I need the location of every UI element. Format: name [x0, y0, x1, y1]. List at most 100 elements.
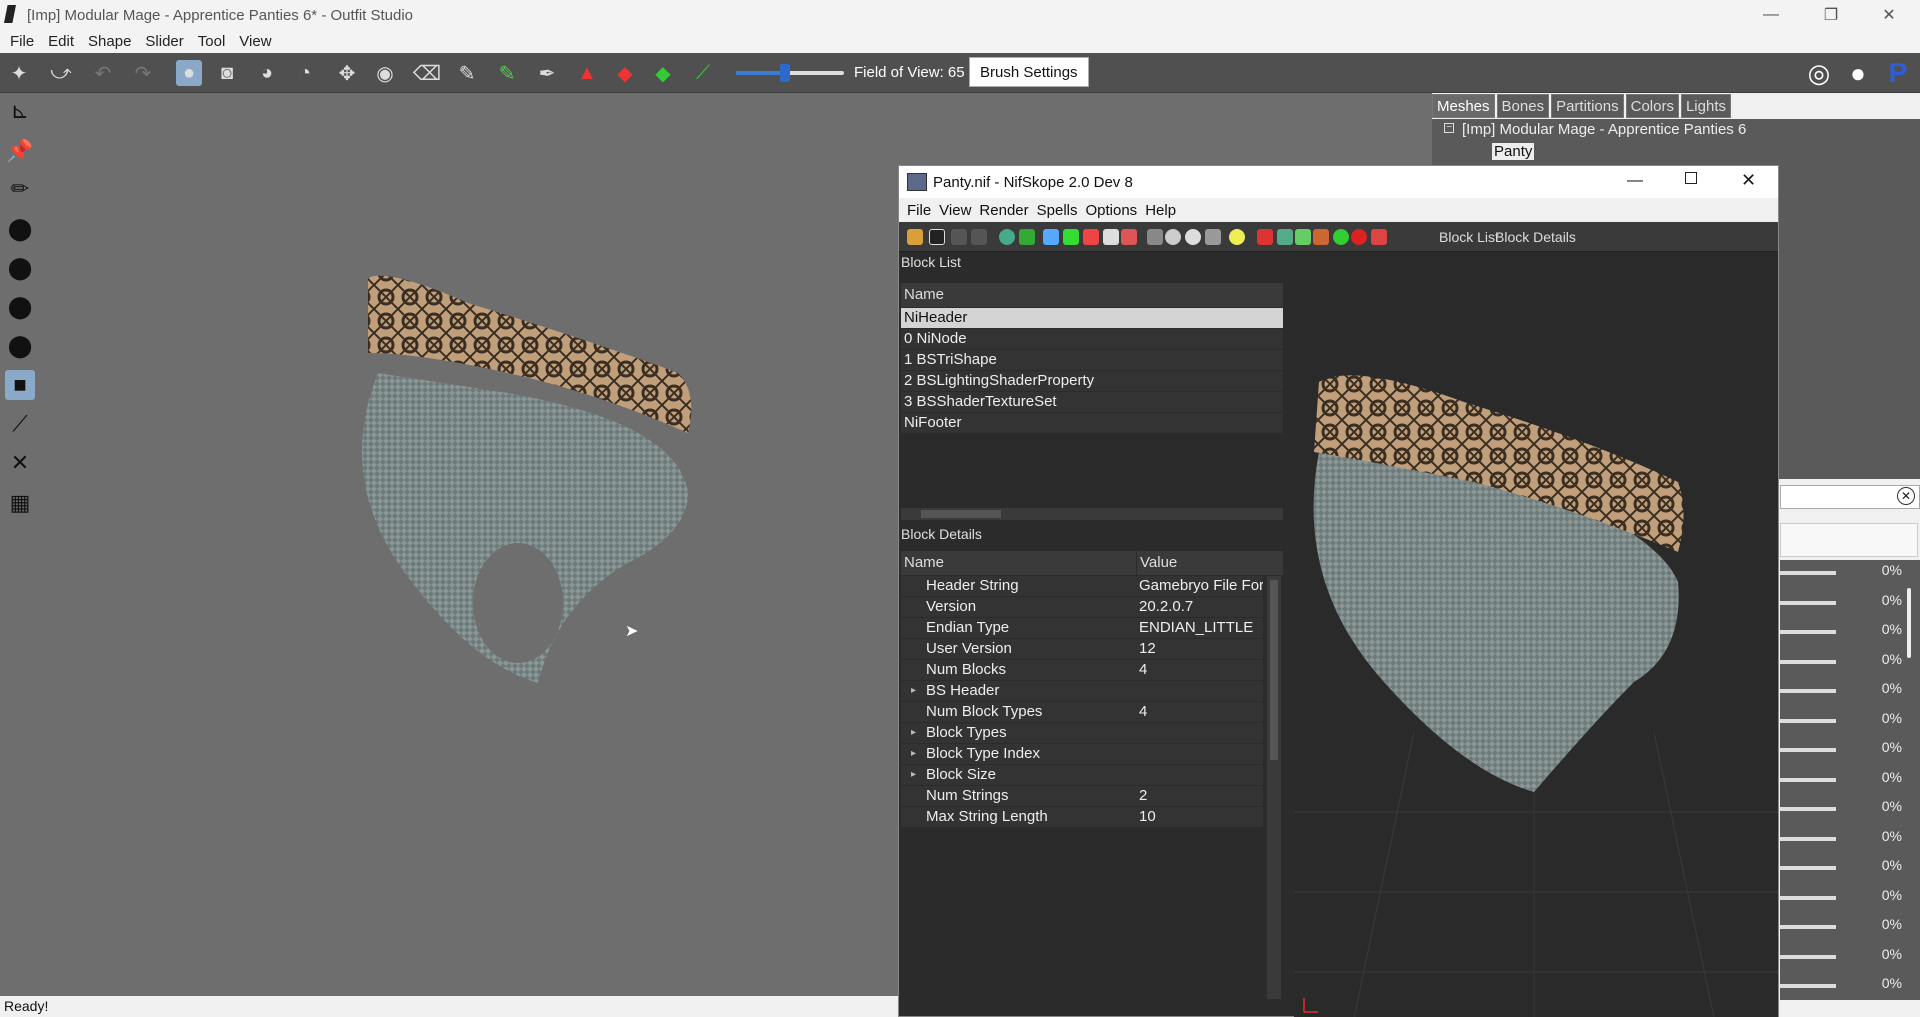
- slider-track[interactable]: [1780, 630, 1836, 634]
- green-ball-icon[interactable]: [1333, 229, 1349, 245]
- nif-menu-file[interactable]: File: [907, 202, 931, 219]
- slider-row[interactable]: 0%: [1780, 560, 1920, 584]
- menu-tool[interactable]: Tool: [198, 33, 226, 50]
- tab-colors[interactable]: Colors: [1625, 94, 1679, 118]
- pin-icon[interactable]: 📌: [5, 136, 35, 166]
- weight-brush-icon[interactable]: ✎: [494, 60, 520, 86]
- details-scroll-thumb[interactable]: [1270, 580, 1278, 760]
- brush-settings-button[interactable]: Brush Settings: [969, 57, 1089, 87]
- block-detail-row[interactable]: ▸ BS Header: [901, 681, 1263, 701]
- block-detail-row[interactable]: ▸ Block Size: [901, 765, 1263, 785]
- undo-icon[interactable]: ↶: [90, 60, 116, 86]
- slider-track[interactable]: [1780, 807, 1836, 811]
- slider-row[interactable]: 0%: [1780, 885, 1920, 909]
- block-detail-row[interactable]: Version 20.2.0.7: [901, 597, 1263, 617]
- block-list-row[interactable]: 0 NiNode: [901, 329, 1283, 349]
- slider-track[interactable]: [1780, 866, 1836, 870]
- vertex-icon[interactable]: [1295, 229, 1311, 245]
- block-detail-row[interactable]: Num Strings 2: [901, 786, 1263, 806]
- slider-percent[interactable]: 0%: [1854, 621, 1902, 641]
- slider-percent[interactable]: 0%: [1854, 562, 1902, 582]
- slider-track[interactable]: [1780, 689, 1836, 693]
- discord-icon[interactable]: ◎: [1806, 58, 1832, 88]
- transform-tool-icon[interactable]: ⤻: [48, 60, 74, 86]
- block-list-scroll-thumb[interactable]: [921, 510, 1001, 518]
- slider-track[interactable]: [1780, 748, 1836, 752]
- slider-percent[interactable]: 0%: [1854, 887, 1902, 907]
- block-detail-row[interactable]: Num Block Types 4: [901, 702, 1263, 722]
- redo-icon[interactable]: ↷: [130, 60, 156, 86]
- deflate-brush-icon[interactable]: ◔: [292, 60, 318, 86]
- tree-collapse-icon[interactable]: −: [1444, 123, 1454, 133]
- move-brush-icon[interactable]: ✥: [334, 60, 360, 86]
- slider-row[interactable]: 0%: [1780, 826, 1920, 850]
- axes-icon[interactable]: [1147, 229, 1163, 245]
- block-list-row[interactable]: NiFooter: [901, 413, 1283, 433]
- nifskope-maximize-button[interactable]: [1685, 172, 1697, 184]
- tab-lights[interactable]: Lights: [1680, 94, 1731, 118]
- slider-percent[interactable]: 0%: [1854, 739, 1902, 759]
- edge-icon[interactable]: ⟋: [5, 409, 35, 439]
- block-list-row[interactable]: 2 BSLightingShaderProperty: [901, 371, 1283, 391]
- slider-filter-box[interactable]: ✕: [1780, 485, 1920, 509]
- menu-slider[interactable]: Slider: [145, 33, 183, 50]
- block-list-row[interactable]: 3 BSShaderTextureSet: [901, 392, 1283, 412]
- tab-bones[interactable]: Bones: [1496, 94, 1550, 118]
- expand-arrow-icon[interactable]: ▸: [911, 723, 916, 743]
- block-list-row[interactable]: 1 BSTriShape: [901, 350, 1283, 370]
- nif-menu-view[interactable]: View: [939, 202, 971, 219]
- nif-menu-render[interactable]: Render: [979, 202, 1028, 219]
- slider-percent[interactable]: 0%: [1854, 769, 1902, 789]
- slider-row[interactable]: 0%: [1780, 678, 1920, 702]
- brush-size-large-icon[interactable]: ⬤: [5, 292, 35, 322]
- slider-track[interactable]: [1780, 571, 1836, 575]
- eye-icon[interactable]: [1165, 229, 1181, 245]
- pin-red-icon[interactable]: [1351, 229, 1367, 245]
- github-icon[interactable]: ●: [1845, 58, 1871, 88]
- slider-row[interactable]: 0%: [1780, 619, 1920, 643]
- block-detail-row[interactable]: ▸ Block Types: [901, 723, 1263, 743]
- pencil-icon[interactable]: ✏: [5, 174, 35, 204]
- toolbar-tab-block-list[interactable]: Block List: [1439, 229, 1499, 245]
- slider-percent[interactable]: 0%: [1854, 651, 1902, 671]
- vertex-red-icon[interactable]: ▲: [574, 60, 600, 86]
- fov-slider-thumb[interactable]: [779, 64, 790, 82]
- select-tool-icon[interactable]: ✦: [6, 60, 32, 86]
- slider-track[interactable]: [1780, 836, 1836, 841]
- block-detail-row[interactable]: User Version 12: [901, 639, 1263, 659]
- inflate-brush-icon[interactable]: ◕: [254, 60, 280, 86]
- axis-icon[interactable]: ⊾: [5, 96, 35, 126]
- slider-percent[interactable]: 0%: [1854, 975, 1902, 995]
- slider-percent[interactable]: 0%: [1854, 680, 1902, 700]
- cube-icon[interactable]: ■: [5, 370, 35, 400]
- gear-render-icon[interactable]: [1205, 229, 1221, 245]
- block-detail-row[interactable]: ▸ Block Type Index: [901, 744, 1263, 764]
- details-header-value[interactable]: Value: [1137, 551, 1283, 575]
- split-edge-icon[interactable]: ⟋: [690, 60, 716, 86]
- menu-file[interactable]: File: [10, 33, 34, 50]
- slider-percent[interactable]: 0%: [1854, 592, 1902, 612]
- menu-shape[interactable]: Shape: [88, 33, 131, 50]
- slider-percent[interactable]: 0%: [1854, 857, 1902, 877]
- slider-row[interactable]: 0%: [1780, 708, 1920, 732]
- brush-size-xlarge-icon[interactable]: ⬤: [5, 331, 35, 361]
- expand-arrow-icon[interactable]: ▸: [911, 681, 916, 701]
- select-cursor-icon[interactable]: [1103, 229, 1119, 245]
- bone-icon[interactable]: ✕: [5, 448, 35, 478]
- eraser-icon[interactable]: ⌫: [413, 60, 441, 86]
- slider-row[interactable]: 0%: [1780, 767, 1920, 791]
- block-detail-row[interactable]: Max String Length 10: [901, 807, 1263, 827]
- block-list-row[interactable]: NiHeader: [901, 308, 1283, 328]
- slider-percent[interactable]: 0%: [1854, 946, 1902, 966]
- flip-edge-icon[interactable]: ◆: [650, 60, 676, 86]
- slider-track[interactable]: [1780, 777, 1836, 782]
- clear-filter-icon[interactable]: ✕: [1897, 487, 1915, 505]
- slider-track[interactable]: [1780, 984, 1836, 988]
- restore-button[interactable]: ❐: [1808, 0, 1854, 30]
- nif-menu-options[interactable]: Options: [1085, 202, 1137, 219]
- view-green-icon[interactable]: [1063, 229, 1079, 245]
- slider-row[interactable]: 0%: [1780, 649, 1920, 673]
- sphere-icon[interactable]: [999, 229, 1015, 245]
- close-button[interactable]: ✕: [1866, 0, 1912, 30]
- color-brush-icon[interactable]: ✒: [534, 60, 560, 86]
